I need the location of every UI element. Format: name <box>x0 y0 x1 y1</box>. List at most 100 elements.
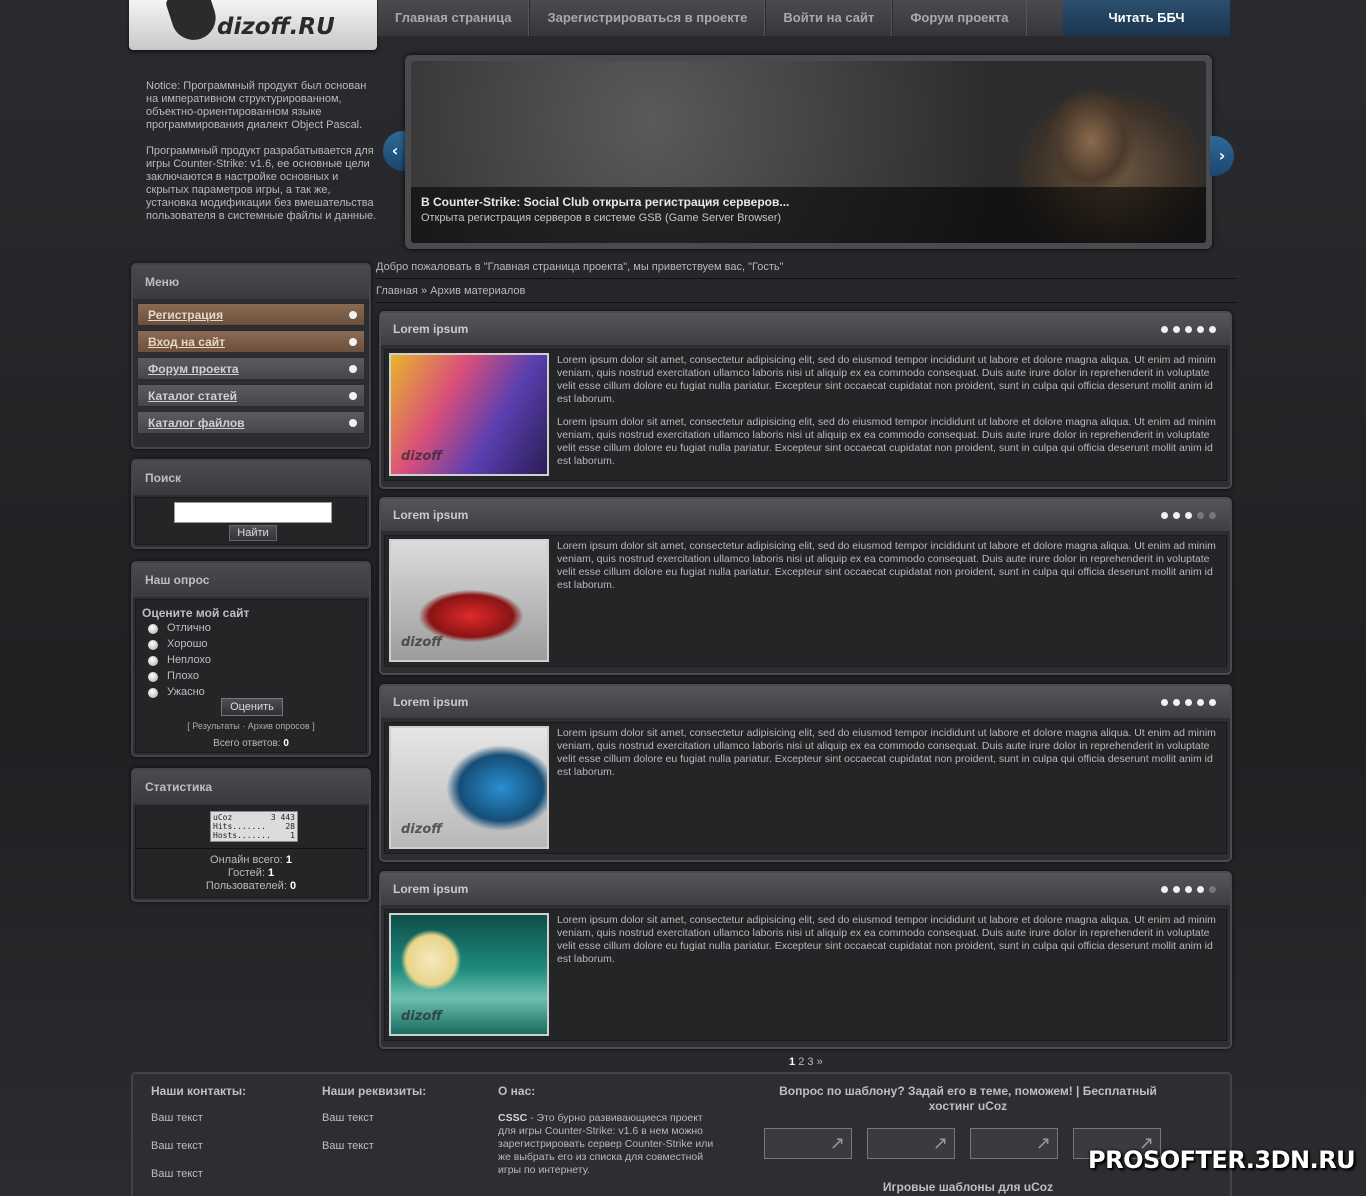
logo-text: dizoff.RU <box>217 14 335 40</box>
nav-forum[interactable]: Форум проекта <box>892 0 1027 36</box>
page-link[interactable]: 2 <box>798 1056 804 1068</box>
footer-games-link[interactable]: Игровые шаблоны для uCoz <box>773 1180 1163 1194</box>
chevron-right-icon: › <box>1218 146 1226 165</box>
nav-register[interactable]: Зарегистрироваться в проекте <box>529 0 766 36</box>
slider-title[interactable]: В Counter-Strike: Social Club открыта ре… <box>421 195 1196 209</box>
article-thumbnail[interactable]: dizoff <box>389 539 549 662</box>
arrow-icon: ↗ <box>829 1133 845 1154</box>
slider-image[interactable]: В Counter-Strike: Social Club открыта ре… <box>411 61 1206 243</box>
menu-item-label: Вход на сайт <box>148 335 226 349</box>
menu-item-login[interactable]: Вход на сайт <box>137 330 365 353</box>
footer-banner[interactable]: ↗ <box>970 1128 1058 1159</box>
search-button[interactable]: Найти <box>229 525 277 541</box>
article-paragraph: Lorem ipsum dolor sit amet, consectetur … <box>557 727 1216 778</box>
poll-option[interactable]: Отлично <box>148 620 360 636</box>
search-input[interactable] <box>174 502 332 523</box>
star-icon <box>1209 886 1216 893</box>
logo-mark-icon <box>164 0 222 46</box>
breadcrumb-home[interactable]: Главная <box>376 285 418 297</box>
radio-icon[interactable] <box>148 672 158 682</box>
star-icon <box>1185 326 1192 333</box>
ucoz-counter[interactable]: uCoz 3 443 Hits....... 28 Hosts....... 1 <box>210 811 298 842</box>
poll-option[interactable]: Неплохо <box>148 652 360 668</box>
article-thumbnail[interactable]: dizoff <box>389 353 549 476</box>
radio-icon[interactable] <box>148 688 158 698</box>
poll-question: Оцените мой сайт <box>142 606 250 620</box>
menu-title: Меню <box>133 265 369 299</box>
article-thumbnail[interactable]: dizoff <box>389 726 549 849</box>
article-header: Lorem ipsum <box>381 686 1230 718</box>
site-logo[interactable]: dizoff.RU <box>129 0 377 50</box>
article-text: Lorem ipsum dolor sit amet, consectetur … <box>557 914 1222 976</box>
article-thumbnail[interactable]: dizoff <box>389 913 549 1036</box>
article-header: Lorem ipsum <box>381 313 1230 345</box>
star-icon <box>1173 886 1180 893</box>
slider-prev-button[interactable]: ‹ <box>383 131 407 171</box>
star-icon <box>1173 699 1180 706</box>
article-paragraph: Lorem ipsum dolor sit amet, consectetur … <box>557 354 1216 405</box>
star-icon <box>1197 326 1204 333</box>
notice-paragraph: Notice: Программный продукт был основан … <box>146 80 367 131</box>
star-icon <box>1197 512 1204 519</box>
radio-icon[interactable] <box>148 640 158 650</box>
article-title[interactable]: Lorem ipsum <box>393 322 468 336</box>
rating-stars[interactable] <box>1161 699 1216 706</box>
bullet-icon <box>349 419 357 427</box>
menu-item-files[interactable]: Каталог файлов <box>137 411 365 434</box>
poll-option-label: Ужасно <box>167 686 205 698</box>
nav-read-button[interactable]: Читать ББЧ <box>1063 0 1230 36</box>
menu-item-label: Каталог статей <box>148 389 237 403</box>
search-block: Поиск Найти <box>131 459 371 549</box>
page-link[interactable]: 3 <box>807 1056 813 1068</box>
menu-item-label: Регистрация <box>148 308 224 322</box>
poll-option-label: Неплохо <box>167 654 212 666</box>
rating-stars[interactable] <box>1161 512 1216 519</box>
star-icon <box>1161 886 1168 893</box>
stats-body: uCoz 3 443 Hits....... 28 Hosts....... 1 Он… <box>135 806 367 898</box>
footer-about-title: О нас: <box>498 1084 536 1098</box>
poll-option[interactable]: Хорошо <box>148 636 360 652</box>
rating-stars[interactable] <box>1161 326 1216 333</box>
online-stats: Онлайн всего: 1 Гостей: 1 Пользователей:… <box>136 854 366 893</box>
menu-item-articles[interactable]: Каталог статей <box>137 384 365 407</box>
page-current: 1 <box>789 1056 796 1068</box>
thumb-watermark: dizoff <box>401 822 443 837</box>
star-icon <box>1185 512 1192 519</box>
article-text: Lorem ipsum dolor sit amet, consectetur … <box>557 540 1222 602</box>
article-title[interactable]: Lorem ipsum <box>393 508 468 522</box>
footer-banner[interactable]: ↗ <box>764 1128 852 1159</box>
arrow-icon: ↗ <box>1035 1133 1051 1154</box>
poll-title: Наш опрос <box>133 563 369 597</box>
article-paragraph: Lorem ipsum dolor sit amet, consectetur … <box>557 540 1216 591</box>
nav-home[interactable]: Главная страница <box>377 0 530 36</box>
footer-question[interactable]: Вопрос по шаблону? Задай его в теме, пом… <box>773 1084 1163 1114</box>
star-icon <box>1209 512 1216 519</box>
poll-option-label: Отлично <box>167 622 211 634</box>
footer-requisites-title: Наши реквизиты: <box>322 1084 427 1098</box>
radio-icon[interactable] <box>148 656 158 666</box>
counter-hits-label: Hits....... <box>213 822 266 831</box>
breadcrumb: Главная » Архив материалов <box>376 285 1237 303</box>
poll-total-value: 0 <box>283 738 289 749</box>
footer-contact-item: Ваш текст <box>151 1112 203 1124</box>
menu-item-register[interactable]: Регистрация <box>137 303 365 326</box>
page-next[interactable]: » <box>817 1056 823 1068</box>
poll-vote-button[interactable]: Оценить <box>221 698 283 716</box>
about-brand: CSSC <box>498 1112 528 1124</box>
footer-about-text: CSSC - Это бурно развивающиеся проект дл… <box>498 1112 718 1177</box>
star-icon <box>1161 512 1168 519</box>
poll-links[interactable]: [ Результаты · Архив опросов ] <box>136 721 366 731</box>
poll-total: Всего ответов: 0 <box>136 738 366 749</box>
slider-next-button[interactable]: › <box>1210 136 1234 176</box>
article-title[interactable]: Lorem ipsum <box>393 882 468 896</box>
poll-option[interactable]: Плохо <box>148 668 360 684</box>
search-body: Найти <box>135 497 367 545</box>
rating-stars[interactable] <box>1161 886 1216 893</box>
menu-item-forum[interactable]: Форум проекта <box>137 357 365 380</box>
star-icon <box>1185 699 1192 706</box>
radio-icon[interactable] <box>148 624 158 634</box>
nav-login[interactable]: Войти на сайт <box>765 0 893 36</box>
footer-banner[interactable]: ↗ <box>867 1128 955 1159</box>
article-title[interactable]: Lorem ipsum <box>393 695 468 709</box>
menu-item-label: Каталог файлов <box>148 416 245 430</box>
